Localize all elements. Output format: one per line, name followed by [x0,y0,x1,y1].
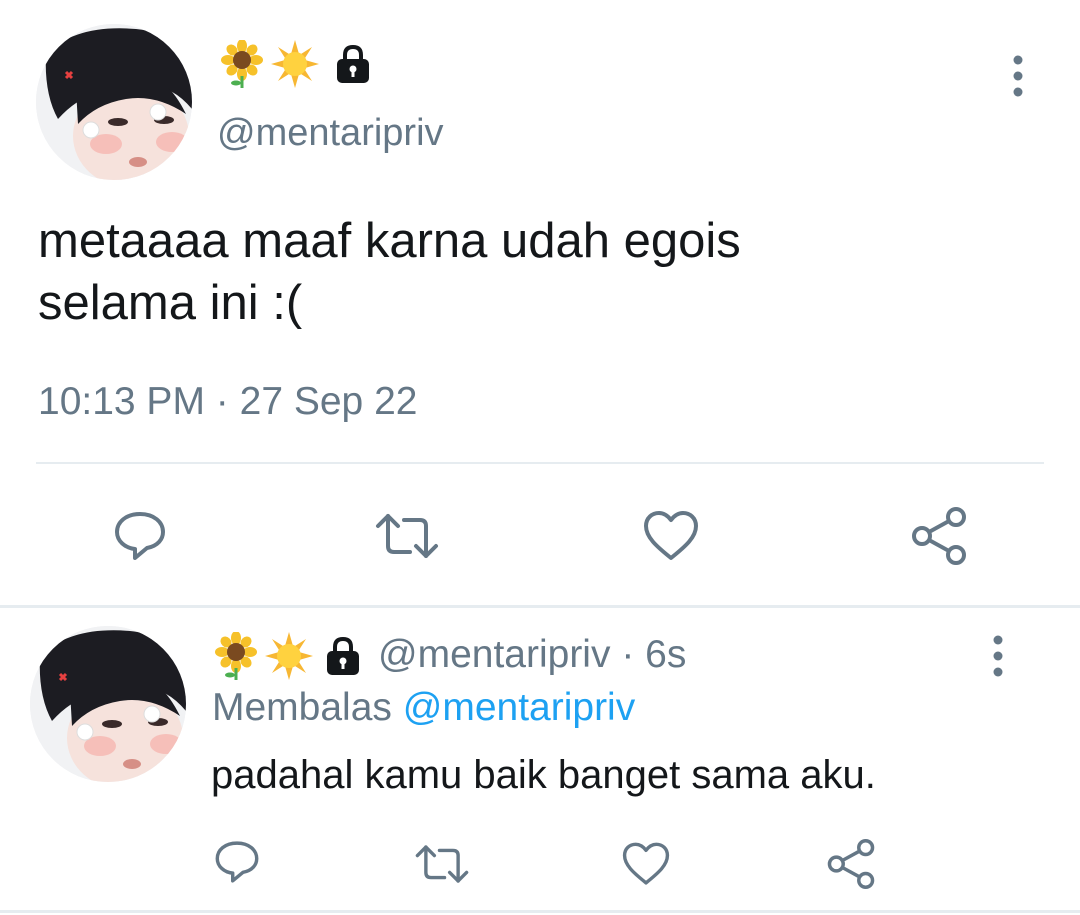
divider [36,462,1044,464]
tweet-text-line: selama ini :( [38,276,303,330]
separator: · [621,633,635,676]
reply-header: @mentaripriv · 6s [378,633,686,677]
tweet-time: 10:13 PM [38,380,205,423]
share-button[interactable] [826,838,876,895]
share-button[interactable] [910,506,968,571]
replying-to: Membalas @mentaripriv [212,686,635,730]
more-vertical-icon [993,635,1003,677]
tweet-text-line: metaaaa maaf karna udah egois [38,214,741,268]
sun-icon [271,40,319,88]
retweet-icon [415,845,469,883]
main-tweet: @mentaripriv metaaaa maaf karna udah ego… [0,0,1080,608]
like-button[interactable] [621,840,671,893]
sunflower-icon [213,632,259,680]
user-handle[interactable]: @mentaripriv [217,112,444,155]
divider [0,910,1080,913]
replying-mention[interactable]: @mentaripriv [403,686,635,729]
reply-icon [115,512,165,560]
reply-button[interactable] [112,508,168,569]
divider [0,605,1080,608]
share-icon [827,839,875,890]
sunflower-icon [219,40,265,88]
replying-prefix: Membalas [212,686,392,729]
share-icon [912,507,966,565]
retweet-button[interactable] [414,840,470,893]
retweet-icon [376,514,438,558]
sun-icon [265,632,313,680]
lock-icon [323,636,363,676]
reply-button[interactable] [213,838,261,891]
tweet-date: 27 Sep 22 [239,380,418,423]
separator: · [215,380,229,423]
avatar[interactable] [36,24,192,180]
more-options-button[interactable] [978,626,1018,686]
tweet-timestamp[interactable]: 10:13 PM · 27 Sep 22 [38,380,417,424]
tweet-text: padahal kamu baik banget sama aku. [211,753,876,797]
tweet-age: 6s [645,633,687,676]
tweet-text: metaaaa maaf karna udah egois selama ini… [38,210,1038,334]
name-emojis [213,632,363,680]
like-icon [622,842,670,885]
avatar[interactable] [30,626,186,782]
name-emojis [219,40,373,88]
like-icon [644,511,698,560]
reply-icon [215,841,259,883]
more-vertical-icon [1013,55,1023,97]
lock-icon [333,44,373,84]
user-handle[interactable]: @mentaripriv [378,633,610,676]
more-options-button[interactable] [998,46,1038,106]
like-button[interactable] [642,508,700,569]
retweet-button[interactable] [374,508,440,569]
